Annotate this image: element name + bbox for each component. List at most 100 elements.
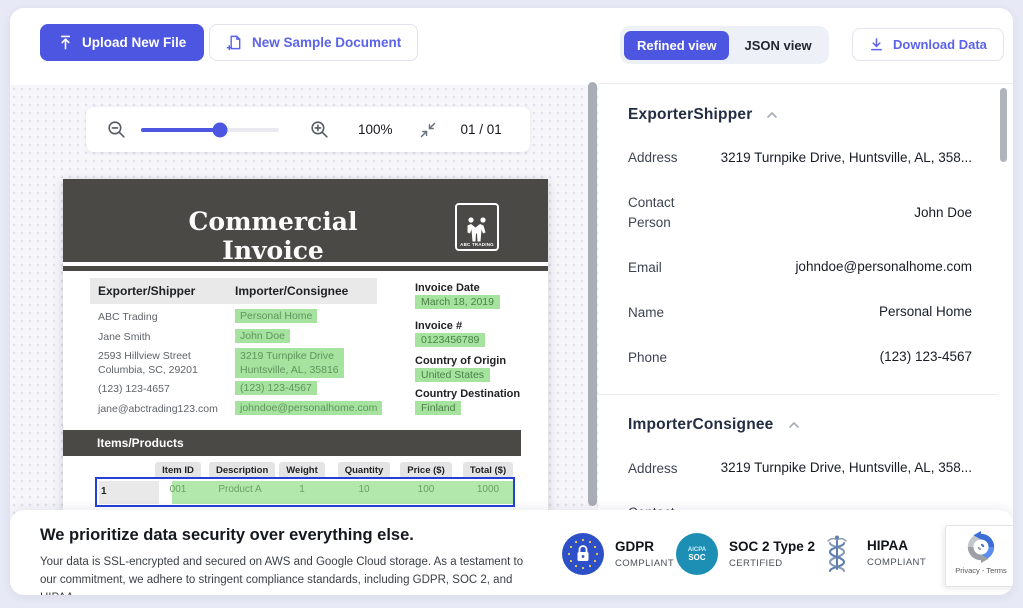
- field-value: Personal Home: [878, 304, 972, 320]
- chevron-up-icon[interactable]: [786, 417, 802, 433]
- invoice-date-label: Invoice Date: [415, 282, 480, 294]
- field-row: Contact: [628, 503, 972, 510]
- invoice-header-rule: [63, 266, 548, 271]
- zoom-slider-thumb[interactable]: [212, 122, 228, 137]
- tab-json-view[interactable]: JSON view: [731, 31, 824, 60]
- extraction-fields: ExporterShipper Address 3219 Turnpike Dr…: [598, 85, 998, 510]
- exporter-column-header: Exporter/Shipper: [98, 284, 196, 298]
- logo-caption: ABC TRADING: [460, 242, 494, 247]
- security-body-text: Your data is SSL-encrypted and secured o…: [40, 556, 524, 595]
- recaptcha-logo-icon: [964, 530, 998, 564]
- section-title-importer-consignee: ImporterConsignee: [628, 416, 774, 434]
- field-label: Name: [628, 304, 665, 320]
- field-label: Address: [628, 460, 678, 476]
- document-plus-icon: [226, 34, 243, 51]
- importer-phone-highlight: (123) 123-4567: [235, 381, 317, 395]
- zoom-slider[interactable]: [141, 122, 279, 137]
- exporter-company: ABC Trading: [98, 311, 158, 323]
- exporter-email: jane@abctrading123.com: [98, 403, 218, 415]
- download-button-label: Download Data: [893, 37, 987, 52]
- tab-refined-view[interactable]: Refined view: [624, 30, 730, 60]
- country-destination-label: Country Destination: [415, 388, 521, 400]
- page-indicator: 01 / 01: [460, 122, 502, 137]
- security-footer: We prioritize data security over everyth…: [10, 510, 1013, 595]
- field-value: (123) 123-4567: [879, 349, 972, 365]
- importer-email-highlight: johndoe@personalhome.com: [235, 401, 383, 415]
- viewer-toolbar: 100% 01 / 01: [86, 107, 530, 152]
- importer-address-line2: Huntsville, AL, 35816: [240, 364, 339, 377]
- importer-address-highlight: 3219 Turnpike Drive Huntsville, AL, 3581…: [235, 348, 344, 379]
- zoom-in-icon[interactable]: [309, 119, 330, 140]
- exporter-address-line2: Columbia, SC, 29201: [98, 364, 198, 376]
- row-total: 1000: [476, 484, 500, 495]
- soc-icon-line2: SOC: [688, 552, 706, 562]
- extraction-panel: Refined view JSON view Download Data Exp…: [598, 8, 1013, 595]
- fit-to-screen-icon[interactable]: [419, 121, 437, 139]
- gdpr-badge: GDPR COMPLIANT: [562, 533, 674, 575]
- row-quantity: 10: [358, 484, 370, 495]
- gdpr-lock-icon: [562, 533, 604, 575]
- field-value: 3219 Turnpike Drive, Huntsville, AL, 358…: [720, 460, 972, 476]
- country-origin-value: United States: [415, 368, 491, 382]
- field-row: Name Personal Home: [628, 302, 972, 323]
- gdpr-subtitle: COMPLIANT: [615, 558, 675, 569]
- invoice-title: Commercial Invoice: [188, 207, 358, 265]
- field-label: Email: [628, 259, 662, 275]
- row-price: 100: [417, 484, 435, 495]
- items-products-label: Items/Products: [97, 436, 184, 450]
- main-card: Upload New File New Sample Document 100%: [10, 8, 1013, 595]
- recaptcha-widget[interactable]: Privacy - Terms: [945, 525, 1013, 587]
- items-products-bar: Items/Products: [63, 430, 521, 456]
- hipaa-subtitle: COMPLIANT: [867, 557, 927, 568]
- soc2-title: SOC 2 Type 2: [729, 539, 816, 554]
- section-divider: [598, 394, 998, 396]
- upload-button-label: Upload New File: [82, 35, 187, 50]
- chevron-up-icon[interactable]: [764, 107, 780, 123]
- sample-button-label: New Sample Document: [252, 35, 402, 50]
- handshake-people-icon: [467, 217, 486, 242]
- invoice-header-band: Commercial Invoice ABC TRADING: [63, 179, 548, 265]
- field-row: Contact Person John Doe: [628, 193, 972, 234]
- row-item-id: 001: [169, 484, 187, 495]
- upload-icon: [58, 35, 73, 50]
- field-label: Address: [628, 150, 678, 166]
- field-label: Phone: [628, 349, 668, 365]
- zoom-out-icon[interactable]: [106, 119, 127, 140]
- gdpr-title: GDPR: [615, 539, 655, 554]
- field-value: John Doe: [914, 204, 972, 220]
- field-value: 3219 Turnpike Drive, Huntsville, AL, 358…: [720, 150, 972, 165]
- field-value: johndoe@personalhome.com: [795, 259, 972, 275]
- exporter-contact: Jane Smith: [98, 331, 151, 343]
- caduceus-icon: [818, 533, 856, 573]
- importer-contact-highlight: John Doe: [235, 329, 290, 343]
- extraction-panel-scrollbar[interactable]: [1000, 88, 1007, 162]
- country-destination-value: Finland: [415, 401, 462, 415]
- row-description: Product A: [218, 484, 262, 495]
- row-weight: 1: [299, 484, 305, 495]
- document-viewer-scrollbar[interactable]: [588, 82, 597, 506]
- soc2-subtitle: CERTIFIED: [729, 558, 783, 569]
- invoice-number-label: Invoice #: [415, 320, 463, 332]
- hipaa-title: HIPAA: [867, 538, 909, 553]
- document-preview[interactable]: Commercial Invoice ABC TRADING Exporter/…: [63, 179, 548, 510]
- field-label: Contact: [628, 503, 708, 510]
- exporter-address-line1: 2593 Hillview Street: [98, 350, 191, 362]
- exporter-phone: (123) 123-4657: [98, 383, 170, 395]
- country-origin-label: Country of Origin: [415, 355, 507, 367]
- field-row: Email johndoe@personalhome.com: [628, 257, 972, 278]
- zoom-level-value: 100%: [358, 122, 393, 137]
- download-data-button[interactable]: Download Data: [852, 28, 1004, 61]
- upload-new-file-button[interactable]: Upload New File: [40, 24, 205, 61]
- view-tab-group: Refined view JSON view: [620, 26, 829, 64]
- field-row: Address 3219 Turnpike Drive, Huntsville,…: [628, 458, 972, 479]
- importer-column-header: Importer/Consignee: [235, 284, 349, 298]
- invoice-number-value: 0123456789: [415, 333, 486, 347]
- new-sample-document-button[interactable]: New Sample Document: [209, 24, 419, 61]
- zoom-slider-fill: [141, 127, 220, 132]
- section-title-exporter-shipper: ExporterShipper: [628, 106, 753, 123]
- abc-trading-logo: ABC TRADING: [455, 203, 499, 251]
- download-icon: [869, 37, 884, 52]
- invoice-date-value: March 18, 2019: [415, 295, 500, 309]
- field-row: Phone (123) 123-4567: [628, 347, 972, 368]
- importer-company-highlight: Personal Home: [235, 309, 318, 323]
